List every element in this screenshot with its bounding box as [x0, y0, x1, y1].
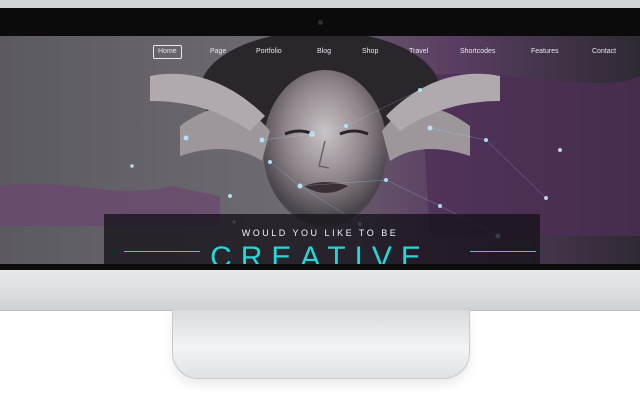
monitor-bezel: Home Page Portfolio Blog Shop Travel Sho…: [0, 8, 640, 278]
hero-headline: CREATIVE: [210, 241, 430, 264]
nav-item-shop[interactable]: Shop: [358, 46, 382, 58]
camera-icon: [318, 20, 323, 25]
nav-item-blog[interactable]: Blog: [313, 46, 335, 58]
monitor-mockup: Home Page Portfolio Blog Shop Travel Sho…: [0, 0, 640, 400]
monitor-chin: [0, 270, 640, 311]
monitor-stand: [172, 310, 470, 379]
nav-item-home[interactable]: Home: [153, 45, 182, 59]
main-nav: Home Page Portfolio Blog Shop Travel Sho…: [0, 44, 640, 62]
nav-item-travel[interactable]: Travel: [405, 46, 432, 58]
nav-item-contact[interactable]: Contact: [588, 46, 620, 58]
nav-item-shortcodes[interactable]: Shortcodes: [456, 46, 499, 58]
nav-item-portfolio[interactable]: Portfolio: [252, 46, 286, 58]
website-screen: Home Page Portfolio Blog Shop Travel Sho…: [0, 36, 640, 264]
hero-tagline: WOULD YOU LIKE TO BE: [241, 228, 399, 238]
nav-item-page[interactable]: Page: [206, 46, 230, 58]
nav-item-features[interactable]: Features: [527, 46, 563, 58]
